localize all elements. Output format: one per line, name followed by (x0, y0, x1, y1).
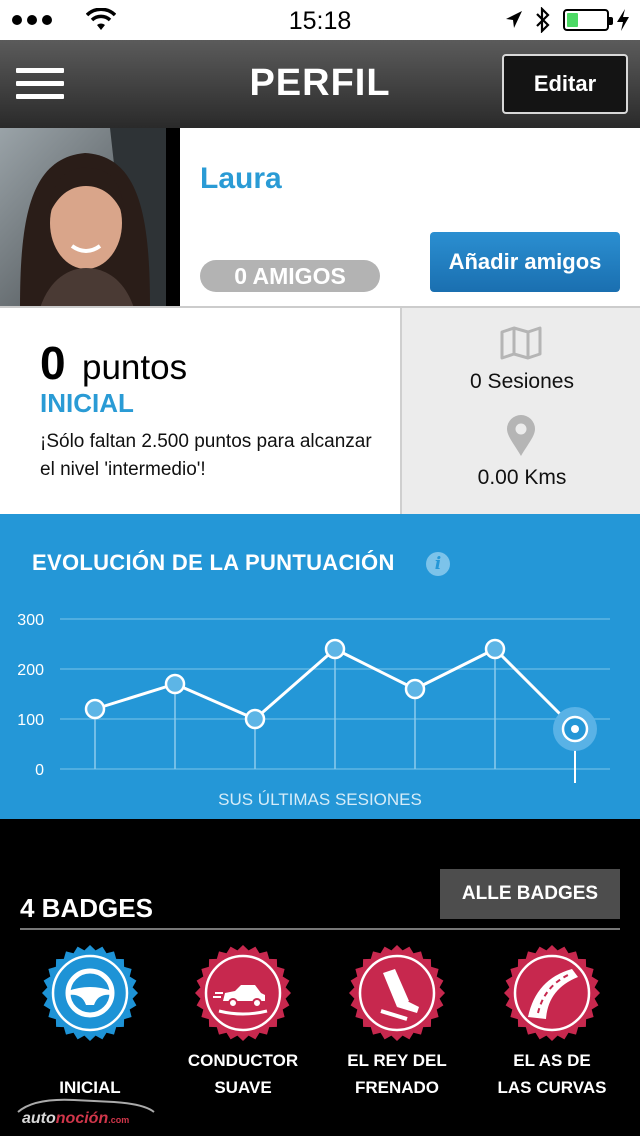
y-tick-label: 300 (17, 612, 44, 629)
distance-total: 0.00 Kms (477, 466, 567, 489)
badge-label: CONDUCTOR SUAVE (187, 1051, 299, 1097)
score-chart-panel: 300 200 100 0 EVOLUCIÓN DE LA PUNTUACIÓN i … (0, 514, 640, 819)
points-value: 0 (40, 337, 66, 389)
y-tick-label: 0 (35, 762, 44, 779)
badge-inicial[interactable]: INICIAL (15, 939, 165, 1119)
y-tick-label: 100 (17, 712, 44, 729)
badge-label: EL AS DE LAS CURVAS (497, 1051, 607, 1097)
hamburger-menu-icon[interactable] (16, 68, 64, 100)
avatar[interactable] (0, 128, 166, 308)
chart-x-axis-label: SUS ÚLTIMAS SESIONES (218, 790, 422, 809)
badge-as-de-las-curvas[interactable]: EL AS DE LAS CURVAS (477, 939, 627, 1119)
badges-section: 4 BADGES ALLE BADGES INICIAL CONDUCTOR S… (0, 819, 640, 1136)
badge-conductor-suave[interactable]: CONDUCTOR SUAVE (168, 939, 318, 1119)
profile-header: Laura 0 AMIGOS Añadir amigos (0, 128, 640, 308)
info-icon[interactable]: i (426, 552, 450, 576)
level-label: INICIAL (40, 388, 134, 418)
add-friends-button[interactable]: Añadir amigos (430, 232, 620, 292)
badges-heading: 4 BADGES (20, 893, 153, 923)
status-bar: 15:18 (0, 0, 640, 40)
car-icon (195, 945, 291, 1041)
nav-bar: PERFIL Editar (0, 40, 640, 128)
data-point (484, 638, 506, 660)
data-point (324, 638, 346, 660)
level-progress-message: ¡Sólo faltan 2.500 puntos para alcanzar … (40, 431, 372, 480)
badge-rey-del-frenado[interactable]: EL REY DEL FRENADO (322, 939, 472, 1119)
data-point (244, 708, 266, 730)
watermark-logo: autonoción.com (14, 1096, 164, 1132)
curved-road-icon (504, 945, 600, 1041)
trip-summary: 0 Sesiones 0.00 Kms (400, 308, 640, 514)
data-point (164, 673, 186, 695)
edit-button[interactable]: Editar (502, 54, 628, 114)
badge-label: EL REY DEL FRENADO (347, 1051, 447, 1097)
friends-count-badge[interactable]: 0 AMIGOS (200, 260, 380, 292)
avatar-divider (166, 128, 180, 308)
location-arrow-icon (506, 11, 522, 28)
data-point (84, 698, 106, 720)
stats-panel: 0 puntos INICIAL ¡Sólo faltan 2.500 punt… (0, 308, 640, 514)
bluetooth-icon (536, 7, 550, 33)
badge-label: INICIAL (59, 1078, 121, 1097)
charging-bolt-icon (617, 9, 629, 31)
chart-title: EVOLUCIÓN DE LA PUNTUACIÓN (32, 550, 395, 575)
points-unit: puntos (82, 348, 188, 387)
all-badges-button[interactable]: ALLE BADGES (440, 869, 620, 919)
battery-icon (563, 9, 613, 31)
divider (20, 928, 620, 930)
map-icon (500, 326, 542, 360)
data-point (404, 678, 426, 700)
profile-name: Laura (200, 162, 282, 195)
data-point-center (571, 725, 579, 733)
y-tick-label: 200 (17, 662, 44, 679)
sessions-count: 0 Sesiones (470, 370, 574, 393)
brake-pedal-icon (349, 945, 445, 1041)
steering-wheel-icon (42, 945, 138, 1041)
location-pin-icon (507, 415, 535, 456)
